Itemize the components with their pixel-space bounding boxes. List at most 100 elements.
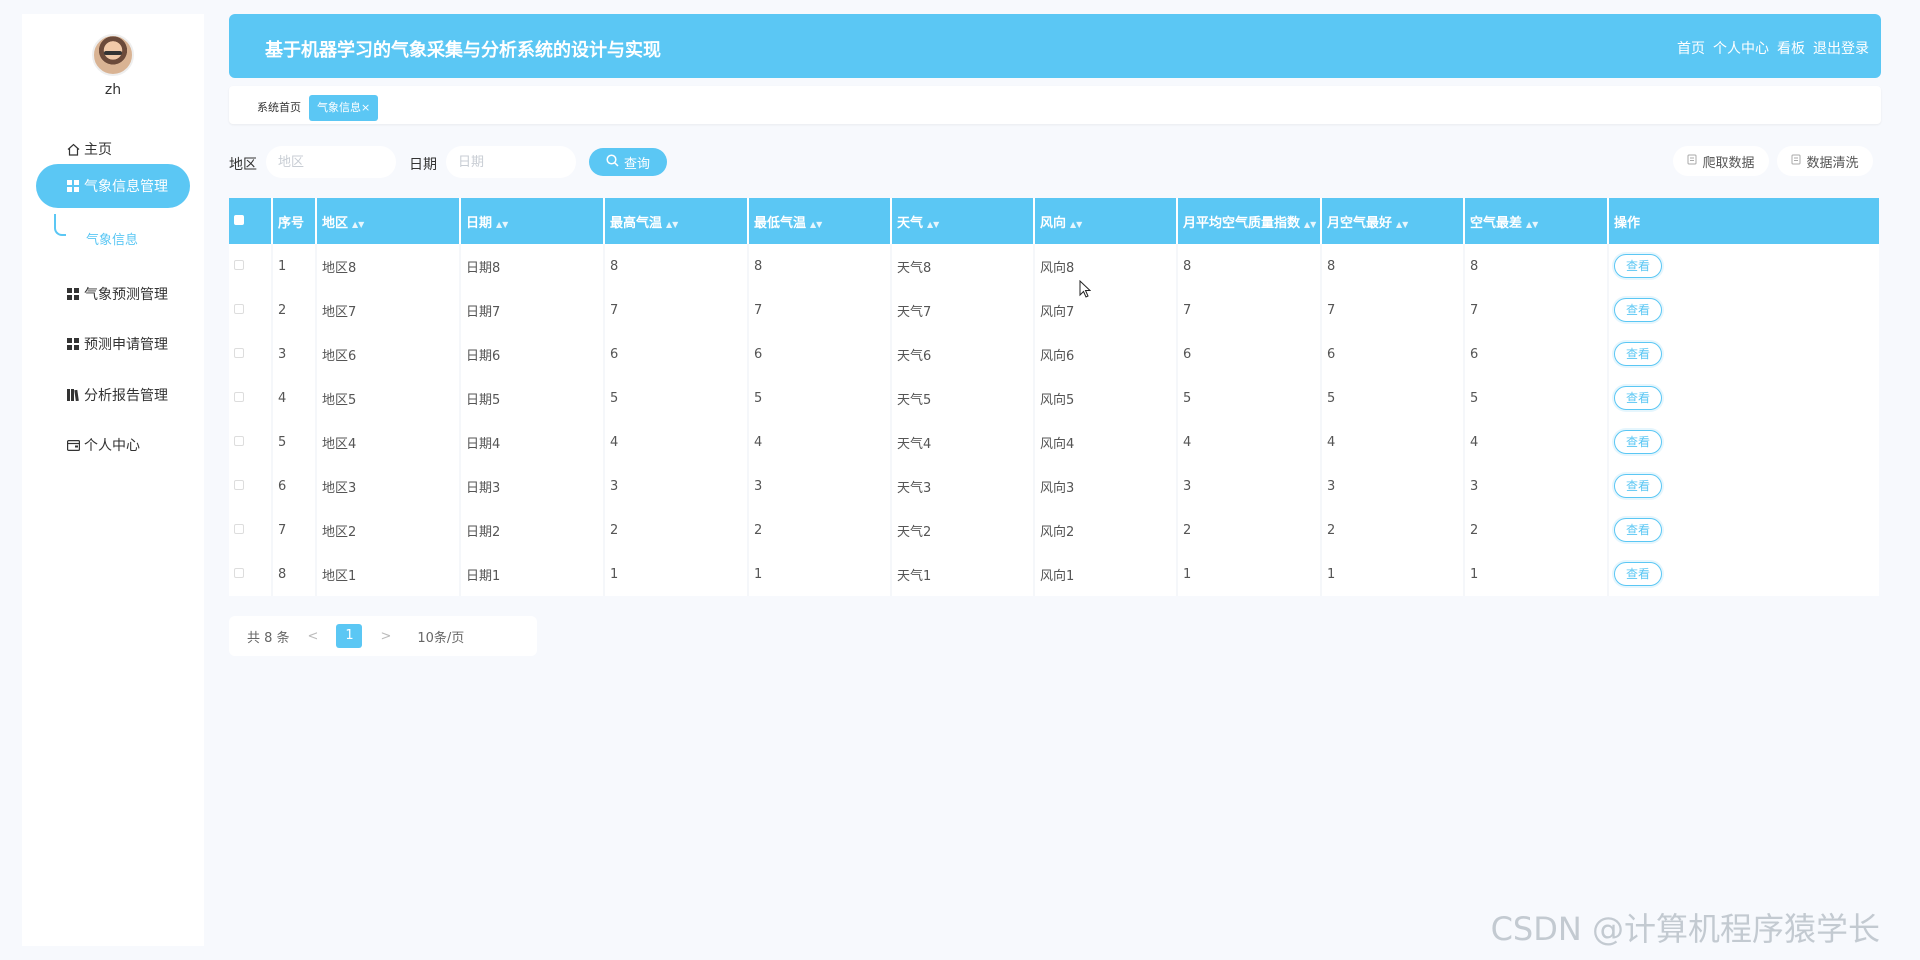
table-cell: 7 [1465, 288, 1609, 332]
crawl-data-button[interactable]: 爬取数据 [1673, 146, 1769, 176]
table-row[interactable]: 7 地区2 日期2 2 2 天气2 风向2 2 2 2 查看 [229, 508, 1879, 552]
table-row[interactable]: 6 地区3 日期3 3 3 天气3 风向3 3 3 3 查看 [229, 464, 1879, 508]
submenu-item-weather-info[interactable]: 气象信息 [86, 229, 138, 248]
action-cell: 查看 [1609, 244, 1879, 288]
table-cell: 风向4 [1035, 420, 1178, 464]
sidebar-item-label: 分析报告管理 [84, 388, 168, 404]
view-button[interactable]: 查看 [1614, 474, 1662, 498]
sort-icon[interactable]: ▲▼ [927, 220, 939, 229]
nav-personal-center-link[interactable]: 个人中心 [1713, 38, 1769, 58]
table-cell: 风向6 [1035, 332, 1178, 376]
sidebar-item-weather-info-management[interactable]: 气象信息管理 [36, 164, 190, 208]
column-header[interactable]: 月平均空气质量指数 ▲▼ [1178, 198, 1322, 244]
row-select-cell[interactable] [229, 376, 273, 420]
column-header[interactable]: 月空气最好 ▲▼ [1322, 198, 1465, 244]
sidebar-item-personal-center[interactable]: 个人中心 [36, 423, 190, 467]
column-header[interactable]: 空气最差 ▲▼ [1465, 198, 1609, 244]
table-row[interactable]: 8 地区1 日期1 1 1 天气1 风向1 1 1 1 查看 [229, 552, 1879, 596]
table-cell: 地区1 [317, 552, 461, 596]
column-header[interactable]: 最低气温 ▲▼ [749, 198, 892, 244]
table-cell: 地区2 [317, 508, 461, 552]
row-select-cell[interactable] [229, 420, 273, 464]
table-row[interactable]: 5 地区4 日期4 4 4 天气4 风向4 4 4 4 查看 [229, 420, 1879, 464]
row-checkbox[interactable] [234, 479, 244, 490]
sort-icon[interactable]: ▲▼ [810, 220, 822, 229]
page-button[interactable]: 1 [336, 624, 363, 648]
table-row[interactable]: 2 地区7 日期7 7 7 天气7 风向7 7 7 7 查看 [229, 288, 1879, 332]
sort-icon[interactable]: ▲▼ [666, 220, 678, 229]
view-button[interactable]: 查看 [1614, 562, 1662, 586]
row-select-cell[interactable] [229, 332, 273, 376]
sort-icon[interactable]: ▲▼ [1396, 220, 1408, 229]
tab-weather-info[interactable]: 气象信息× [309, 95, 379, 121]
clean-icon [1791, 154, 1801, 169]
query-button[interactable]: 查询 [589, 148, 667, 176]
tab-system-home[interactable]: 系统首页 [249, 95, 309, 121]
row-select-cell[interactable] [229, 552, 273, 596]
sort-icon[interactable]: ▲▼ [1304, 220, 1316, 229]
view-button[interactable]: 查看 [1614, 386, 1662, 410]
column-header: 操作 [1609, 198, 1879, 244]
sidebar-item-weather-forecast-management[interactable]: 气象预测管理 [36, 272, 190, 316]
clean-data-button[interactable]: 数据清洗 [1777, 146, 1873, 176]
row-checkbox[interactable] [234, 435, 244, 446]
table-cell: 日期4 [461, 420, 605, 464]
view-button[interactable]: 查看 [1614, 518, 1662, 542]
table-cell: 风向1 [1035, 552, 1178, 596]
view-button[interactable]: 查看 [1614, 342, 1662, 366]
row-select-cell[interactable] [229, 508, 273, 552]
date-input[interactable] [446, 146, 576, 178]
column-header[interactable]: 最高气温 ▲▼ [605, 198, 749, 244]
row-checkbox[interactable] [234, 347, 244, 358]
sort-icon[interactable]: ▲▼ [352, 220, 364, 229]
sort-icon[interactable]: ▲▼ [496, 220, 508, 229]
action-cell: 查看 [1609, 464, 1879, 508]
sort-icon[interactable]: ▲▼ [1526, 220, 1538, 229]
prev-page-button[interactable]: < [308, 629, 319, 644]
row-checkbox[interactable] [234, 523, 244, 534]
table-cell: 地区8 [317, 244, 461, 288]
page-size-select[interactable]: 10条/页 [417, 627, 464, 646]
column-header[interactable]: 风向 ▲▼ [1035, 198, 1178, 244]
row-select-cell[interactable] [229, 244, 273, 288]
table-row[interactable]: 3 地区6 日期6 6 6 天气6 风向6 6 6 6 查看 [229, 332, 1879, 376]
tab-close-icon[interactable]: × [361, 101, 370, 114]
row-checkbox[interactable] [234, 391, 244, 402]
row-select-cell[interactable] [229, 464, 273, 508]
view-button[interactable]: 查看 [1614, 298, 1662, 322]
avatar[interactable] [92, 34, 134, 76]
view-button[interactable]: 查看 [1614, 430, 1662, 454]
table-row[interactable]: 1 地区8 日期8 8 8 天气8 风向8 8 8 8 查看 [229, 244, 1879, 288]
nav-logout-link[interactable]: 退出登录 [1813, 38, 1869, 58]
wallet-icon [66, 438, 80, 452]
select-all-checkbox[interactable] [234, 214, 244, 225]
table-cell: 4 [273, 376, 317, 420]
sort-icon[interactable]: ▲▼ [1070, 220, 1082, 229]
action-cell: 查看 [1609, 420, 1879, 464]
mouse-cursor-icon [1079, 279, 1092, 302]
row-checkbox[interactable] [234, 567, 244, 578]
table-header-row: 序号 地区 ▲▼ 日期 ▲▼ 最高气温 ▲▼ 最低气温 ▲▼ 天气 ▲▼ 风向 ▲▼ 月平均… [229, 198, 1879, 244]
view-button[interactable]: 查看 [1614, 254, 1662, 278]
table-cell: 1 [1322, 552, 1465, 596]
search-icon [606, 153, 619, 171]
table-cell: 风向7 [1035, 288, 1178, 332]
table-cell: 天气3 [892, 464, 1035, 508]
region-input[interactable] [266, 146, 396, 178]
column-header[interactable]: 天气 ▲▼ [892, 198, 1035, 244]
column-header[interactable]: 地区 ▲▼ [317, 198, 461, 244]
sidebar-item-analysis-report-management[interactable]: 分析报告管理 [36, 373, 190, 417]
row-checkbox[interactable] [234, 303, 244, 314]
row-checkbox[interactable] [234, 259, 244, 270]
submenu-connector [54, 214, 66, 236]
row-select-cell[interactable] [229, 288, 273, 332]
next-page-button[interactable]: > [380, 629, 391, 644]
nav-dashboard-link[interactable]: 看板 [1777, 38, 1805, 58]
table-row[interactable]: 4 地区5 日期5 5 5 天气5 风向5 5 5 5 查看 [229, 376, 1879, 420]
nav-home-link[interactable]: 首页 [1677, 38, 1705, 58]
table-cell: 3 [749, 464, 892, 508]
grid-icon [66, 287, 80, 301]
column-header[interactable]: 日期 ▲▼ [461, 198, 605, 244]
sidebar-item-forecast-application-management[interactable]: 预测申请管理 [36, 322, 190, 366]
select-all-header[interactable] [229, 198, 273, 244]
